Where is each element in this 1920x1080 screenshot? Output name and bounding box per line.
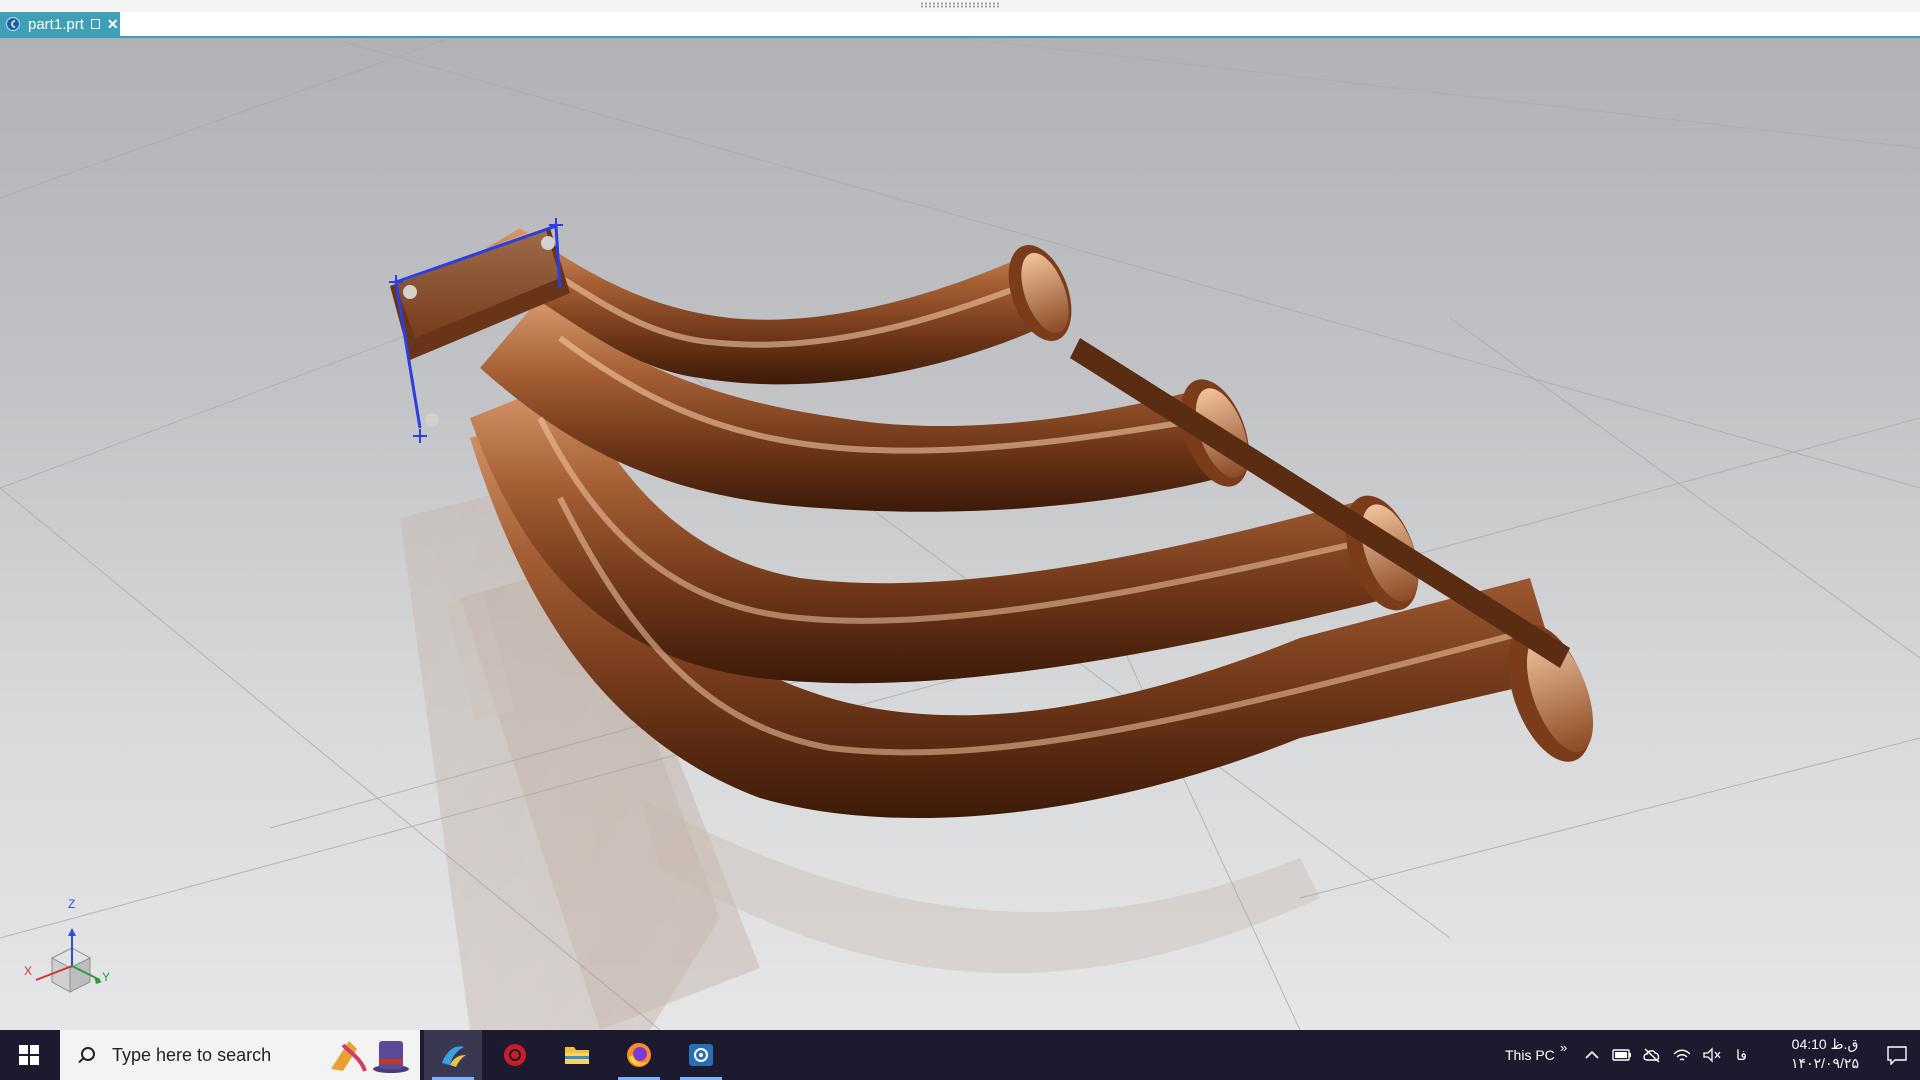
chevron-up-icon[interactable] <box>1584 1048 1600 1062</box>
triad-z-label: Z <box>68 897 76 911</box>
triad-y-label: Y <box>102 970 111 984</box>
battery-icon[interactable] <box>1612 1048 1632 1062</box>
input-language-indicator[interactable]: فا <box>1736 1047 1747 1064</box>
graphics-viewport[interactable]: Z X Y <box>0 38 1920 1030</box>
orientation-triad <box>35 928 102 993</box>
tab-part1[interactable]: part1.prt ✕ <box>0 12 120 36</box>
restore-icon[interactable] <box>90 19 100 29</box>
cloud-off-icon[interactable] <box>1642 1047 1662 1063</box>
taskbar-app-davinci[interactable] <box>486 1030 544 1080</box>
search-icon <box>78 1047 95 1063</box>
tab-label: part1.prt <box>28 15 84 33</box>
tray-this-pc[interactable]: This PC <box>1505 1030 1555 1080</box>
toolbar-overflow-icon[interactable]: » <box>1560 1022 1567 1072</box>
close-icon[interactable]: ✕ <box>107 17 119 31</box>
drag-handle-icon[interactable] <box>920 2 1000 8</box>
viewport-canvas[interactable] <box>0 38 1920 1030</box>
volume-muted-icon[interactable] <box>1702 1047 1722 1063</box>
clock-date: ۱۴۰۲/۰۹/۲۵ <box>1791 1055 1859 1071</box>
tray-icons: فا <box>1584 1030 1747 1080</box>
davinci-icon <box>504 1044 526 1066</box>
taskbar-app-solidworks[interactable] <box>424 1030 482 1080</box>
taskbar-app-explorer[interactable] <box>548 1030 606 1080</box>
clock[interactable]: 04:10 ق.ظ ۱۴۰۲/۰۹/۲۵ <box>1780 1035 1870 1073</box>
taskbar-app-firefox[interactable] <box>610 1030 668 1080</box>
windows-logo-icon <box>19 1045 39 1065</box>
wifi-icon[interactable] <box>1672 1047 1692 1063</box>
nx-icon <box>689 1044 713 1066</box>
floor-grid <box>0 38 1920 1030</box>
start-button[interactable] <box>0 1030 58 1080</box>
clock-time: 04:10 ق.ظ <box>1791 1036 1859 1052</box>
document-tab-bar: part1.prt ✕ <box>0 12 1920 38</box>
search-input[interactable]: Type here to search <box>112 1045 271 1066</box>
file-explorer-icon <box>565 1047 589 1064</box>
triad-x-label: X <box>24 964 33 978</box>
this-pc-label[interactable]: This PC <box>1505 1047 1555 1063</box>
windows-taskbar: Type here to search This PC » فا 04:10 ق… <box>0 1030 1920 1080</box>
taskbar-search[interactable]: Type here to search <box>60 1030 420 1080</box>
notification-center-button[interactable] <box>1874 1030 1920 1080</box>
firefox-icon <box>627 1043 651 1067</box>
search-highlight-illustration[interactable] <box>321 1035 416 1075</box>
overflow-chevron-icon[interactable]: » <box>1560 1040 1567 1055</box>
notification-icon <box>1887 1046 1907 1065</box>
taskbar-app-nx[interactable] <box>672 1030 730 1080</box>
nx-part-icon <box>6 17 20 31</box>
solidworks-icon <box>442 1046 466 1067</box>
